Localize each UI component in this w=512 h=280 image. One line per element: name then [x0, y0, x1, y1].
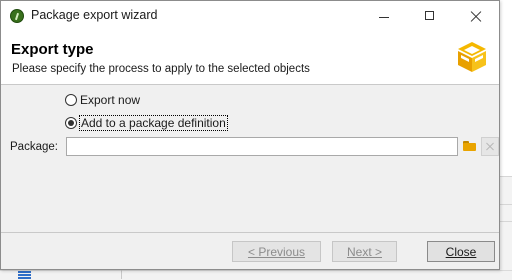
export-now-label[interactable]: Export now [80, 93, 140, 107]
background-panel [499, 176, 512, 272]
app-logo-icon [10, 9, 24, 23]
background-divider [121, 270, 122, 279]
package-box-icon [458, 42, 486, 72]
export-now-option[interactable]: Export now [65, 92, 140, 108]
background-divider [499, 221, 512, 222]
close-button-label: Close [445, 244, 477, 259]
folder-icon [463, 143, 476, 151]
wizard-header: Export type Please specify the process t… [1, 32, 499, 85]
package-export-wizard-dialog: Package export wizard Export type Please… [0, 0, 500, 270]
browse-package-button[interactable] [460, 137, 479, 156]
close-button[interactable]: Close [427, 241, 495, 262]
next-button-label: Next > [346, 244, 382, 259]
export-now-radio[interactable] [65, 94, 77, 106]
add-to-package-radio[interactable] [65, 117, 77, 129]
background-divider [499, 176, 512, 177]
maximize-button[interactable] [407, 1, 453, 32]
package-label: Package: [10, 141, 58, 153]
wizard-footer: < Previous Next > Close [1, 232, 499, 269]
add-to-package-option[interactable]: Add to a package definition [65, 115, 228, 131]
minimize-button[interactable] [361, 1, 407, 32]
add-to-package-label[interactable]: Add to a package definition [79, 115, 228, 131]
background-divider [499, 204, 512, 205]
page-title: Export type [11, 41, 94, 58]
window-title: Package export wizard [31, 8, 158, 22]
page-description: Please specify the process to apply to t… [12, 63, 310, 75]
close-window-button[interactable] [453, 1, 499, 32]
clear-package-button[interactable] [481, 137, 499, 156]
wizard-content: Export now Add to a package definition P… [1, 85, 499, 232]
title-bar[interactable]: Package export wizard [1, 1, 499, 32]
package-input[interactable] [66, 137, 458, 156]
previous-button[interactable]: < Previous [232, 241, 321, 262]
previous-button-label: < Previous [247, 244, 306, 259]
list-icon [18, 271, 31, 279]
next-button[interactable]: Next > [332, 241, 397, 262]
